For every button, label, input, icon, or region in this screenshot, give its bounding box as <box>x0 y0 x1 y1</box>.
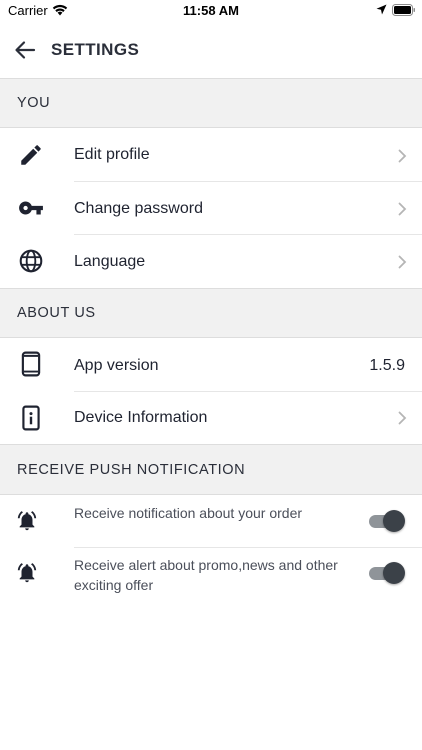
row-label: Change password <box>74 200 203 217</box>
order-notification-row: Receive notification about your order <box>0 495 422 548</box>
battery-icon <box>392 4 415 16</box>
notification-text: Receive alert about promo,news and other… <box>74 557 338 593</box>
section-title: RECEIVE PUSH NOTIFICATION <box>17 462 246 478</box>
app-header: SETTINGS <box>0 22 422 78</box>
chevron-right-icon <box>398 202 407 216</box>
alarm-bell-icon <box>17 511 37 531</box>
app-version-row: App version 1.5.9 <box>0 338 422 392</box>
row-label: Edit profile <box>74 146 150 163</box>
toggle-knob <box>383 510 405 532</box>
notification-text: Receive notification about your order <box>74 505 303 521</box>
toggle-knob <box>383 562 405 584</box>
section-header-about-us: ABOUT US <box>0 288 422 338</box>
key-icon <box>19 201 43 215</box>
row-label: App version <box>74 357 159 374</box>
row-label: Language <box>74 253 146 270</box>
chevron-right-icon <box>398 411 407 425</box>
device-information-row[interactable]: Device Information <box>0 392 422 444</box>
order-notification-toggle[interactable] <box>367 510 405 532</box>
alarm-bell-icon <box>17 563 37 583</box>
globe-icon <box>19 249 43 273</box>
edit-profile-row[interactable]: Edit profile <box>0 128 422 182</box>
change-password-row[interactable]: Change password <box>0 182 422 235</box>
chevron-right-icon <box>398 255 407 269</box>
section-header-push-notification: RECEIVE PUSH NOTIFICATION <box>0 444 422 495</box>
status-bar: Carrier 11:58 AM <box>0 0 422 22</box>
device-info-icon <box>22 405 40 431</box>
promo-alert-toggle[interactable] <box>367 562 405 584</box>
section-header-you: YOU <box>0 78 422 128</box>
promo-alert-row: Receive alert about promo,news and other… <box>0 548 422 604</box>
app-version-value: 1.5.9 <box>369 357 405 374</box>
section-title: ABOUT US <box>17 305 96 321</box>
language-row[interactable]: Language <box>0 235 422 288</box>
page-title: SETTINGS <box>51 40 140 59</box>
status-time: 11:58 AM <box>183 3 239 18</box>
row-label: Device Information <box>74 409 208 426</box>
section-title: YOU <box>17 95 51 111</box>
smartphone-icon <box>21 351 41 377</box>
pencil-icon <box>21 145 41 165</box>
arrow-left-icon[interactable] <box>14 39 36 61</box>
chevron-right-icon <box>398 149 407 163</box>
location-arrow-icon <box>376 4 387 15</box>
